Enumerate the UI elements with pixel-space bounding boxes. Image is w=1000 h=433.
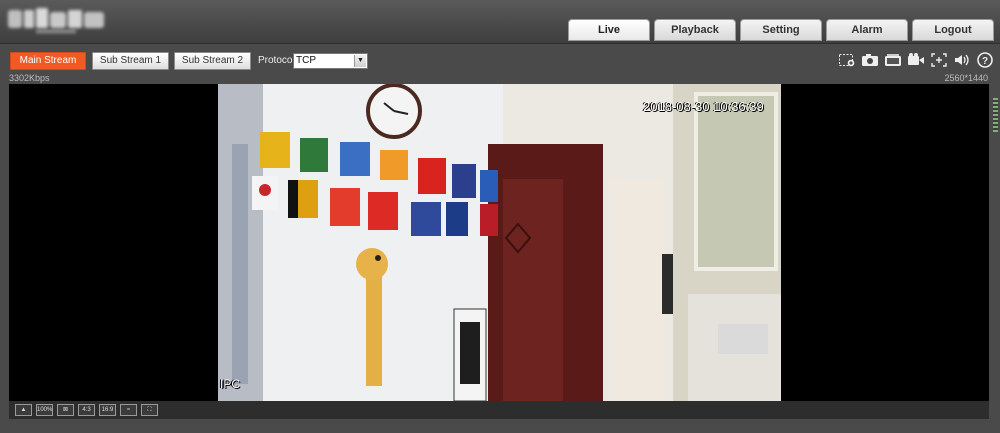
osd-timestamp: 2018-08-30 10:36:39 <box>643 99 764 114</box>
audio-icon[interactable] <box>953 52 971 68</box>
live-tools: ? <box>838 52 994 68</box>
sub-stream-1-button[interactable]: Sub Stream 1 <box>92 52 169 70</box>
tab-alarm[interactable]: Alarm <box>826 19 908 41</box>
osd-channel-name: IPC <box>220 377 241 391</box>
tab-live[interactable]: Live <box>568 19 650 41</box>
fullscreen-icon[interactable]: ⛶ <box>141 404 158 416</box>
main-nav: Live Playback Setting Alarm Logout <box>568 19 994 41</box>
help-icon[interactable]: ? <box>976 52 994 68</box>
bitrate-readout: 3302Kbps <box>9 73 50 83</box>
protocol-label: Protocol <box>258 55 295 66</box>
svg-text:?: ? <box>982 56 988 67</box>
region-zoom-icon[interactable] <box>838 52 856 68</box>
header-bar: Live Playback Setting Alarm Logout <box>0 0 1000 44</box>
camera-scene-image <box>218 84 781 401</box>
display-controls-bar: ▲ 100% ⊠ 4:3 16:9 ≈ ⛶ <box>9 401 989 419</box>
ratio-4-3-icon[interactable]: 4:3 <box>78 404 95 416</box>
video-viewport[interactable]: 2018-08-30 10:36:39 IPC <box>9 84 989 401</box>
tab-logout[interactable]: Logout <box>912 19 994 41</box>
ratio-16-9-icon[interactable]: 16:9 <box>99 404 116 416</box>
snapshot-icon[interactable] <box>861 52 879 68</box>
protocol-select[interactable]: TCP ▼ <box>293 53 368 69</box>
record-icon[interactable] <box>907 52 925 68</box>
original-size-icon[interactable]: ▲ <box>15 404 32 416</box>
brand-logo <box>8 8 104 33</box>
side-scroll-indicator[interactable] <box>993 98 998 132</box>
live-toolbar: Main Stream Sub Stream 1 Sub Stream 2 Pr… <box>0 44 1000 84</box>
resolution-readout: 2560*1440 <box>944 73 988 83</box>
fluency-icon[interactable]: ≈ <box>120 404 137 416</box>
triple-snapshot-icon[interactable] <box>884 52 902 68</box>
protocol-value: TCP <box>296 55 316 66</box>
sub-stream-2-button[interactable]: Sub Stream 2 <box>174 52 251 70</box>
main-stream-button[interactable]: Main Stream <box>10 52 86 70</box>
scale-100-icon[interactable]: 100% <box>36 404 53 416</box>
fit-window-icon[interactable]: ⊠ <box>57 404 74 416</box>
chevron-down-icon: ▼ <box>354 55 366 67</box>
digital-zoom-icon[interactable] <box>930 52 948 68</box>
tab-setting[interactable]: Setting <box>740 19 822 41</box>
camera-feed: 2018-08-30 10:36:39 IPC <box>218 84 781 401</box>
tab-playback[interactable]: Playback <box>654 19 736 41</box>
